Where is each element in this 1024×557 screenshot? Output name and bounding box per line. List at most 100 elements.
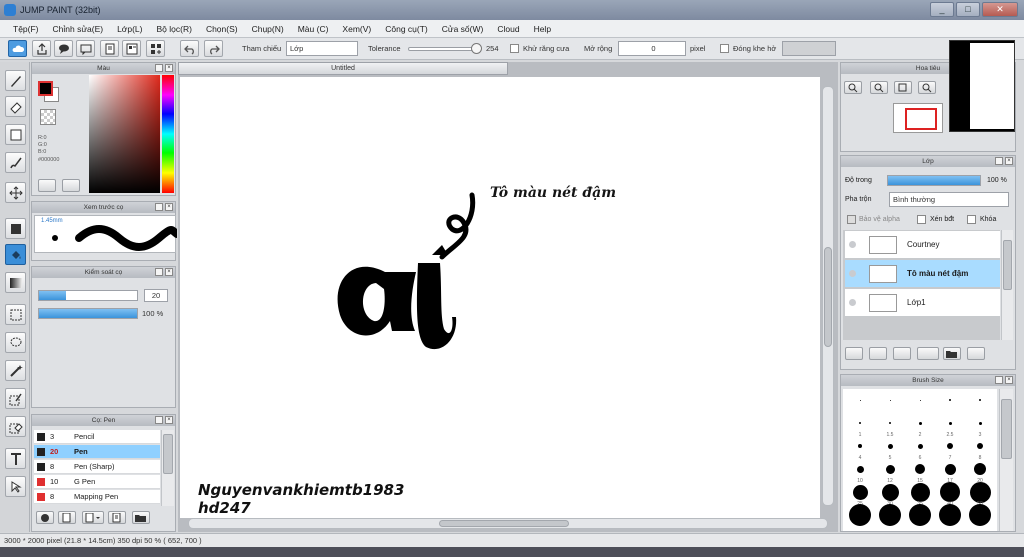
layer-copy-button[interactable] — [893, 347, 911, 360]
hue-slider[interactable] — [162, 75, 174, 193]
menu-cloud[interactable]: Cloud — [490, 24, 526, 34]
foreground-color-swatch[interactable] — [38, 81, 53, 96]
tool-select-rect[interactable] — [5, 304, 26, 325]
brush-size-input[interactable]: 20 — [144, 289, 168, 302]
color-panel-float-button[interactable] — [155, 64, 163, 72]
transparent-color-swatch[interactable] — [40, 109, 56, 125]
brush-list-scroll-thumb[interactable] — [163, 434, 173, 474]
brush-list-close-button[interactable]: × — [165, 416, 173, 424]
brush-size-cell[interactable] — [845, 504, 875, 536]
clipping-checkbox[interactable] — [917, 215, 926, 224]
brush-folder-button[interactable] — [132, 511, 150, 524]
layer-add-dropdown-button[interactable] — [917, 347, 939, 360]
tool-select-pen[interactable] — [5, 388, 26, 409]
brush-opacity-slider[interactable] — [38, 308, 138, 319]
nav-fit-button[interactable] — [894, 81, 912, 94]
brush-control-close-button[interactable]: × — [165, 268, 173, 276]
menu-file[interactable]: Tệp(F) — [6, 24, 46, 34]
brush-size-cell[interactable] — [965, 504, 995, 536]
brush-properties-button[interactable] — [108, 511, 126, 524]
drawing-canvas[interactable]: Tô màu nét đậm Nguyenvankhiemtb1983 hd24… — [180, 77, 820, 518]
layer-visibility-icon[interactable] — [849, 270, 856, 277]
tool-rect[interactable] — [5, 124, 26, 145]
tool-magic-wand[interactable] — [5, 360, 26, 381]
layer-new-button[interactable] — [845, 347, 863, 360]
menu-tools[interactable]: Công cụ(T) — [378, 24, 435, 34]
brush-item-pen-sharp[interactable]: 8 Pen (Sharp) — [34, 460, 160, 474]
tool-fill-rect[interactable] — [5, 218, 26, 239]
tolerance-slider-knob[interactable] — [471, 43, 482, 54]
layer-panel-float-button[interactable] — [995, 157, 1003, 165]
close-gap-checkbox[interactable] — [720, 44, 729, 53]
message-button[interactable] — [76, 40, 95, 57]
brush-size-scroll-thumb[interactable] — [1001, 399, 1012, 459]
menu-color[interactable]: Màu (C) — [291, 24, 336, 34]
layer-visibility-icon[interactable] — [849, 241, 856, 248]
brush-new-button[interactable] — [58, 511, 76, 524]
brush-size-cell[interactable] — [935, 504, 965, 536]
tool-eraser[interactable] — [5, 96, 26, 117]
brush-copy-button[interactable] — [82, 511, 104, 524]
saturation-value-picker[interactable] — [89, 75, 160, 193]
color-panel-close-button[interactable]: × — [165, 64, 173, 72]
close-button[interactable]: ✕ — [982, 2, 1018, 17]
layer-list-scrollbar[interactable] — [1001, 230, 1013, 340]
canvas-vertical-thumb[interactable] — [824, 247, 832, 347]
canvas-horizontal-thumb[interactable] — [439, 520, 569, 527]
new-doc-button[interactable] — [100, 40, 119, 57]
layer-visibility-icon[interactable] — [849, 299, 856, 306]
brush-item-pencil[interactable]: 3 Pencil — [34, 430, 160, 444]
brush-size-close-button[interactable]: × — [1005, 376, 1013, 384]
canvas-vertical-scrollbar[interactable] — [822, 86, 834, 506]
brush-item-pen[interactable]: 20 Pen — [34, 445, 160, 459]
brush-size-cell[interactable] — [875, 504, 905, 536]
brush-preview-close-button[interactable]: × — [165, 203, 173, 211]
menu-help[interactable]: Help — [527, 24, 558, 34]
layer-opacity-slider[interactable] — [887, 175, 981, 186]
layer-item-stroke[interactable]: Tô màu nét đậm — [845, 260, 1000, 288]
ref-select[interactable]: Lớp — [286, 41, 358, 56]
brush-list-float-button[interactable] — [155, 416, 163, 424]
brush-size-cell[interactable] — [905, 504, 935, 536]
cloud-button[interactable] — [8, 40, 27, 57]
tool-brush[interactable] — [5, 152, 26, 173]
antialias-checkbox[interactable] — [510, 44, 519, 53]
tolerance-slider[interactable] — [408, 43, 482, 54]
expand-input[interactable]: 0 — [618, 41, 686, 56]
color-history-button[interactable] — [62, 179, 80, 192]
close-gap-field[interactable] — [782, 41, 836, 56]
tool-move[interactable] — [5, 182, 26, 203]
nav-zoom-button[interactable] — [918, 81, 936, 94]
brush-size-float-button[interactable] — [995, 376, 1003, 384]
menu-edit[interactable]: Chỉnh sửa(E) — [46, 24, 111, 34]
blend-mode-select[interactable]: Bình thường — [889, 192, 1009, 207]
brush-item-mapping-pen[interactable]: 8 Mapping Pen — [34, 490, 160, 504]
undo-button[interactable] — [180, 40, 199, 57]
brush-size-slider[interactable] — [38, 290, 138, 301]
navigator-viewport-rect[interactable] — [905, 108, 937, 130]
brush-list-scrollbar[interactable] — [161, 430, 174, 506]
redo-button[interactable] — [204, 40, 223, 57]
layer-list-scroll-thumb[interactable] — [1003, 240, 1012, 290]
tool-text[interactable] — [5, 448, 26, 469]
tool-lasso[interactable] — [5, 332, 26, 353]
tool-operation[interactable] — [5, 476, 26, 497]
canvas-horizontal-scrollbar[interactable] — [188, 518, 828, 529]
tool-pen[interactable] — [5, 70, 26, 91]
layer-panel-close-button[interactable]: × — [1005, 157, 1013, 165]
layer-new-raster-button[interactable] — [869, 347, 887, 360]
protect-alpha-checkbox[interactable] — [847, 215, 856, 224]
grid-button[interactable] — [146, 40, 165, 57]
menu-capture[interactable]: Chụp(N) — [245, 24, 291, 34]
nav-zoom-out-button[interactable] — [844, 81, 862, 94]
menu-filter[interactable]: Bộ lọc(R) — [150, 24, 199, 34]
lock-checkbox[interactable] — [967, 215, 976, 224]
color-set-button[interactable] — [38, 179, 56, 192]
maximize-button[interactable]: □ — [956, 2, 980, 17]
tool-gradient[interactable] — [5, 272, 26, 293]
tool-bucket[interactable] — [5, 244, 26, 265]
brush-control-float-button[interactable] — [155, 268, 163, 276]
nav-zoom-in-button[interactable] — [870, 81, 888, 94]
menu-select[interactable]: Chọn(S) — [199, 24, 245, 34]
minimize-button[interactable]: _ — [930, 2, 954, 17]
